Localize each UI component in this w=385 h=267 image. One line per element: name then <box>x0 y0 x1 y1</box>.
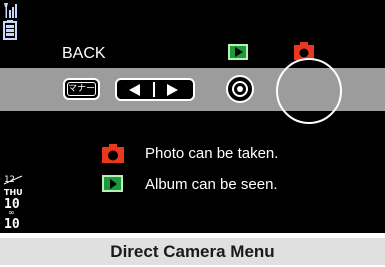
album-mode-icon <box>228 44 248 60</box>
phone-screen: 12 THU 10 ∞ 10 BACK マナー Photo can be tak… <box>0 0 385 233</box>
center-key[interactable] <box>226 75 254 103</box>
album-icon <box>102 175 123 192</box>
left-arrow-icon <box>129 84 140 96</box>
camera-icon <box>102 144 124 163</box>
calendar-day-of-week: THU <box>4 188 23 197</box>
back-label[interactable]: BACK <box>62 45 106 63</box>
caption-bar: Direct Camera Menu <box>0 238 385 265</box>
legend-photo-text: Photo can be taken. <box>145 145 279 162</box>
shutter-ring[interactable] <box>276 58 342 124</box>
legend-album-text: Album can be seen. <box>145 176 278 193</box>
nav-divider <box>153 82 155 97</box>
center-dot-icon <box>237 86 243 92</box>
time-minute: 10 <box>4 217 20 231</box>
calendar-clock-icon: 12 THU 10 ∞ 10 <box>3 175 23 231</box>
nav-left-button[interactable] <box>121 83 149 96</box>
caption-text: Direct Camera Menu <box>110 242 275 261</box>
time-separator-icon: ∞ <box>8 208 15 217</box>
manner-label: マナー <box>67 82 96 96</box>
right-arrow-icon <box>167 84 178 96</box>
nav-right-button[interactable] <box>159 83 187 96</box>
battery-icon <box>3 20 17 40</box>
antenna-icon <box>4 3 17 18</box>
manner-button[interactable]: マナー <box>63 78 100 100</box>
nav-key-pill <box>115 78 195 101</box>
